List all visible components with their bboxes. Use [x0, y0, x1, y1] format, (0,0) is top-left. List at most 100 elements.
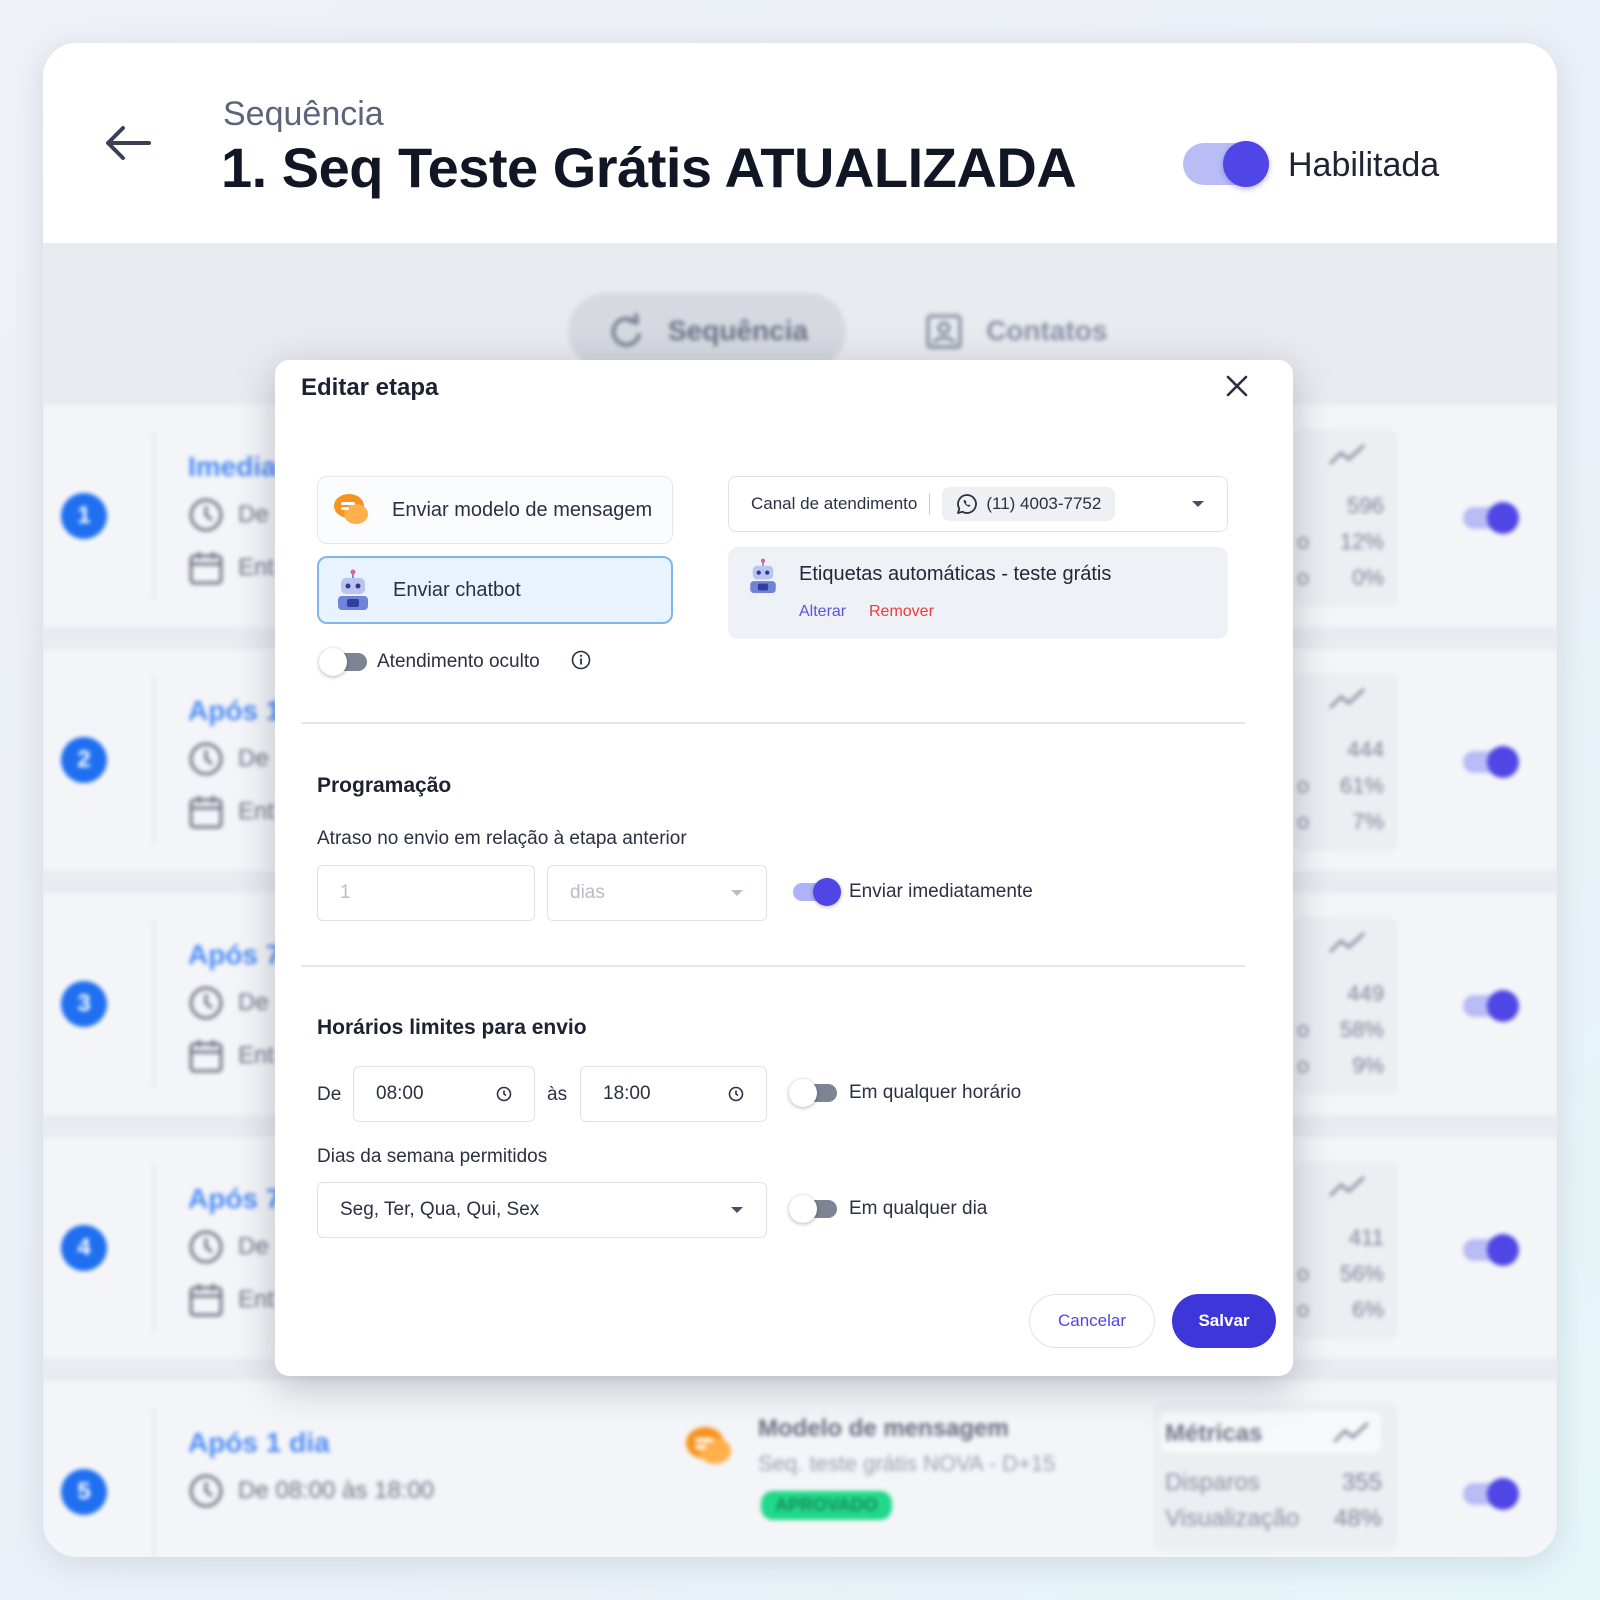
step-schedule-text: De: [238, 745, 269, 772]
tab-contatos[interactable]: Contatos: [886, 293, 1145, 369]
step-number: 2: [61, 737, 107, 783]
selected-chatbot-card: Etiquetas automáticas - teste grátis Alt…: [728, 547, 1228, 639]
page-subtitle: Sequência: [223, 95, 384, 133]
step-schedule-text: De 08:00 às 18:00: [238, 1477, 435, 1504]
calendar-icon: [189, 1040, 223, 1073]
metric-value: 58%: [1339, 1017, 1384, 1042]
step-metrics: 449 o 58% o 9%: [1293, 917, 1398, 1095]
whatsapp-icon: [957, 494, 978, 514]
back-button[interactable]: [93, 118, 163, 168]
metric-label: Visualização: [1165, 1505, 1300, 1532]
info-icon[interactable]: [571, 650, 591, 670]
clock-icon: [189, 1230, 223, 1264]
metric-value: 449: [1347, 981, 1384, 1006]
step-when: Após 1 dia: [188, 1427, 330, 1458]
contact-card-icon: [926, 314, 962, 349]
send-template-label: Enviar modelo de mensagem: [392, 498, 653, 521]
divider: [301, 965, 1245, 967]
remove-chatbot-link[interactable]: Remover: [869, 603, 934, 621]
metric-value: 12%: [1339, 529, 1384, 554]
close-button[interactable]: [1221, 370, 1253, 402]
step-schedule: De 08:00 às 18:00: [188, 1473, 434, 1509]
metric-value: 355: [1341, 1469, 1382, 1496]
from-time-input[interactable]: 08:00: [353, 1066, 535, 1122]
step-divider: [153, 1163, 155, 1333]
step-divider: [153, 431, 155, 601]
step-enabled-toggle[interactable]: [1463, 1234, 1519, 1266]
any-time-label: Em qualquer horário: [849, 1082, 1022, 1103]
metric-label: o: [1297, 1297, 1310, 1322]
trend-icon: [1329, 1176, 1365, 1197]
step-enabled-toggle[interactable]: [1463, 990, 1519, 1022]
to-time-value: 18:00: [603, 1083, 651, 1104]
step-metrics: 411 o 56% o 6%: [1293, 1161, 1398, 1339]
step-number: 5: [61, 1469, 107, 1515]
to-time-input[interactable]: 18:00: [580, 1066, 767, 1122]
delay-input[interactable]: 1: [317, 865, 535, 921]
step-number: 3: [61, 981, 107, 1027]
tab-sequencia[interactable]: Sequência: [568, 293, 847, 369]
calendar-icon: [189, 796, 223, 829]
metric-value: 444: [1347, 737, 1384, 762]
save-button[interactable]: Salvar: [1172, 1294, 1276, 1348]
metric-value: 596: [1347, 493, 1384, 518]
metric-value: 48%: [1333, 1505, 1382, 1532]
cancel-button[interactable]: Cancelar: [1029, 1294, 1155, 1348]
message-template-icon: [334, 494, 368, 524]
step-when: Após 7: [188, 939, 282, 970]
weekdays-select[interactable]: Seg, Ter, Qua, Qui, Sex: [317, 1182, 767, 1238]
send-chatbot-button[interactable]: Enviar chatbot: [317, 556, 673, 624]
chatbot-name: Etiquetas automáticas - teste grátis: [799, 563, 1112, 585]
tab-label: Sequência: [668, 315, 809, 346]
step-schedule: De: [188, 985, 269, 1021]
calendar-icon: [189, 552, 223, 585]
step-divider: [153, 919, 155, 1089]
calendar-icon: [189, 1284, 223, 1317]
divider: [301, 722, 1245, 724]
clock-icon: [189, 986, 223, 1020]
step-when: Imedia: [188, 451, 277, 482]
metric-label: o: [1297, 1017, 1310, 1042]
delay-unit-select[interactable]: dias: [547, 865, 767, 921]
delay-label: Atraso no envio em relação à etapa anter…: [317, 828, 687, 849]
phone-chip: (11) 4003-7752: [942, 487, 1116, 521]
metrics-title: Métricas: [1165, 1420, 1263, 1447]
step-schedule: De: [188, 741, 269, 777]
any-day-toggle[interactable]: [789, 1195, 837, 1223]
step-divider: [153, 675, 155, 845]
sequence-enabled-toggle[interactable]: [1183, 141, 1269, 187]
robot-icon: [750, 558, 776, 593]
step-date-text: Ent: [238, 798, 275, 825]
hidden-service-label: Atendimento oculto: [377, 651, 540, 672]
step-enabled-toggle[interactable]: [1463, 746, 1519, 778]
page-title: 1. Seq Teste Grátis ATUALIZADA: [221, 136, 1077, 199]
enabled-label: Habilitada: [1288, 146, 1440, 184]
step-schedule: De: [188, 497, 269, 533]
clock-icon: [728, 1086, 744, 1102]
step-date: Ent: [188, 1038, 274, 1074]
metric-value: 61%: [1339, 773, 1384, 798]
hidden-service-toggle[interactable]: [319, 648, 367, 676]
to-label: às: [547, 1084, 568, 1105]
metric-label: o: [1297, 1261, 1310, 1286]
send-now-label: Enviar imediatamente: [849, 881, 1033, 902]
step-enabled-toggle[interactable]: [1463, 1478, 1519, 1510]
send-template-button[interactable]: Enviar modelo de mensagem: [317, 476, 673, 544]
send-now-toggle[interactable]: [793, 878, 841, 906]
page-header: Sequência 1. Seq Teste Grátis ATUALIZADA…: [43, 43, 1557, 243]
channel-select[interactable]: Canal de atendimento (11) 4003-7752: [728, 476, 1228, 532]
step-when: Após 7: [188, 1183, 282, 1214]
step-schedule: De: [188, 1229, 269, 1265]
clock-icon: [496, 1086, 512, 1102]
clock-icon: [189, 498, 223, 532]
any-time-toggle[interactable]: [789, 1079, 837, 1107]
step-enabled-toggle[interactable]: [1463, 502, 1519, 534]
edit-step-modal: Editar etapa Enviar modelo de mensagem E…: [275, 360, 1293, 1376]
change-chatbot-link[interactable]: Alterar: [799, 603, 846, 621]
modal-title: Editar etapa: [301, 374, 439, 401]
metric-value: 411: [1348, 1225, 1384, 1250]
message-name: Seq. teste grátis NOVA - D+15: [758, 1451, 1056, 1476]
metric-label: o: [1297, 565, 1310, 590]
delay-unit-value: dias: [570, 882, 605, 903]
from-label: De: [317, 1084, 342, 1105]
